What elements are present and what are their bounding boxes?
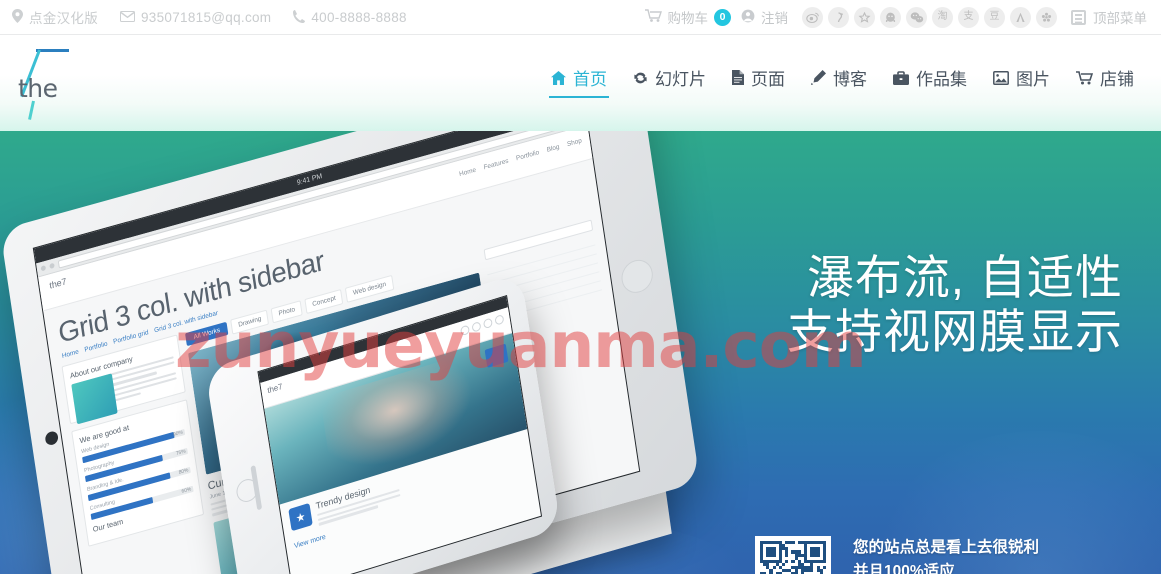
user-circle-icon <box>741 9 755 26</box>
email-item[interactable]: 935071815@qq.com <box>120 10 271 25</box>
top-menu-label: 顶部菜单 <box>1093 11 1147 26</box>
document-icon <box>732 70 744 85</box>
tablet-camera-icon <box>44 429 59 447</box>
nav-label-blog: 博客 <box>833 70 867 89</box>
site-logo[interactable]: the <box>14 45 94 120</box>
logo-text: the <box>18 74 58 103</box>
flower-icon[interactable] <box>1036 6 1057 28</box>
hero-subtext-line-1: 您的站点总是看上去很锐利 <box>853 539 1040 556</box>
refresh-icon <box>633 71 648 85</box>
browser-forward-icon <box>49 262 55 270</box>
nav-item-shop[interactable]: 店铺 <box>1063 61 1147 102</box>
tablet-nav-item[interactable]: Home <box>459 167 477 179</box>
location-text: 点金汉化版 <box>29 11 98 26</box>
skill-value: 80% <box>178 466 189 476</box>
page-root: 点金汉化版 935071815@qq.com 400-8888-8888 购物车… <box>0 0 1161 574</box>
nav-item-gallery[interactable]: 图片 <box>980 61 1063 102</box>
skill-value: 60% <box>181 485 192 495</box>
star-icon[interactable] <box>854 6 875 28</box>
cart-count-badge: 0 <box>714 8 731 26</box>
nav-label-gallery: 图片 <box>1016 70 1050 89</box>
phone-text: 400-8888-8888 <box>311 9 407 25</box>
taobao-icon[interactable]: 淘 <box>932 6 953 28</box>
tablet-site-logo: the7 <box>48 276 68 291</box>
shopping-cart-button[interactable]: 购物车 0 <box>644 7 731 27</box>
nav-label-shop: 店铺 <box>1100 70 1134 89</box>
renren-icon[interactable] <box>1010 6 1031 28</box>
skill-value: 75% <box>175 448 187 457</box>
main-navigation: 首页 幻灯片 页面 博客 作品集 图片 店铺 <box>538 61 1147 102</box>
cart-label: 购物车 <box>667 11 709 26</box>
list-menu-icon <box>1071 9 1086 25</box>
filter-tab[interactable]: Drawing <box>230 309 270 335</box>
tablet-nav-item[interactable]: Shop <box>567 137 583 148</box>
hero-headline-line-2: 支持视网膜显示 <box>787 304 1123 358</box>
wechat-icon[interactable] <box>906 6 927 28</box>
cart-icon <box>1076 70 1093 85</box>
qq-icon[interactable] <box>880 6 901 28</box>
nav-item-slider[interactable]: 幻灯片 <box>620 61 719 102</box>
browser-back-icon <box>40 265 47 272</box>
seven-logo-icon-tail <box>28 100 35 120</box>
star-feature-icon: ★ <box>288 502 313 532</box>
logout-button[interactable]: 注销 <box>741 7 788 27</box>
nav-item-home[interactable]: 首页 <box>538 61 620 102</box>
device-mockup-group: cus June 1, 2013 9:41 PM <box>0 131 750 574</box>
nav-label-portfolio: 作品集 <box>916 70 967 89</box>
logout-label: 注销 <box>761 11 788 26</box>
shopping-cart-icon <box>644 9 662 25</box>
qr-code-image <box>755 536 831 574</box>
hero-subtext: 您的站点总是看上去很锐利 并且100%适应 每个设备。 <box>853 536 1039 574</box>
hero-headline-block: 瀑布流, 自适性 支持视网膜显示 <box>723 251 1123 358</box>
pencil-icon <box>811 70 826 85</box>
weibo-icon[interactable] <box>802 6 823 28</box>
hero-banner: cus June 1, 2013 9:41 PM <box>0 131 1161 574</box>
envelope-icon <box>120 10 135 24</box>
nav-label-slider: 幻灯片 <box>655 70 706 89</box>
tablet-nav-item[interactable]: Portfolio <box>516 149 540 162</box>
home-icon <box>551 70 566 85</box>
alipay-icon[interactable]: 支 <box>958 6 979 28</box>
top-bar-contact-group: 点金汉化版 935071815@qq.com 400-8888-8888 <box>0 7 429 27</box>
about-thumbnail <box>71 373 118 425</box>
skills-card: We are good at Web design 90% Photograph… <box>71 399 205 547</box>
tablet-nav-item[interactable]: Blog <box>546 143 560 153</box>
site-header: the 首页 幻灯片 页面 博客 作品集 图片 店铺 <box>0 35 1161 131</box>
location-item: 点金汉化版 <box>12 7 98 27</box>
hero-subtext-block: 您的站点总是看上去很锐利 并且100%适应 每个设备。 <box>755 536 1039 574</box>
tablet-nav-item[interactable]: Features <box>483 158 509 172</box>
nav-item-pages[interactable]: 页面 <box>719 61 798 102</box>
top-bar: 点金汉化版 935071815@qq.com 400-8888-8888 购物车… <box>0 0 1161 35</box>
top-menu-button[interactable]: 顶部菜单 <box>1071 7 1151 27</box>
phone-icon <box>293 9 306 25</box>
email-text: 935071815@qq.com <box>141 9 272 25</box>
skill-value: 90% <box>172 429 184 438</box>
hero-subtext-line-2: 并且100%适应 <box>853 563 955 574</box>
seven-logo-icon-top <box>36 49 69 52</box>
top-bar-actions-group: 购物车 0 注销 淘 支 豆 顶部菜单 <box>644 6 1161 28</box>
qzone-icon[interactable] <box>828 6 849 28</box>
social-icons-row: 淘 支 豆 <box>802 6 1057 28</box>
hero-headline-line-1: 瀑布流, 自适性 <box>806 251 1123 304</box>
nav-label-pages: 页面 <box>751 70 785 89</box>
nav-item-portfolio[interactable]: 作品集 <box>880 61 980 102</box>
map-pin-icon <box>12 9 23 25</box>
phone-hero-button[interactable] <box>484 343 509 368</box>
phone-item: 400-8888-8888 <box>293 9 407 25</box>
briefcase-icon <box>893 70 909 85</box>
image-icon <box>993 70 1009 85</box>
phone-site-logo: the7 <box>266 381 284 396</box>
nav-label-home: 首页 <box>573 70 607 89</box>
nav-item-blog[interactable]: 博客 <box>798 61 880 102</box>
tablet-home-button <box>619 256 655 297</box>
filter-tab[interactable]: Photo <box>270 300 303 324</box>
douban-icon[interactable]: 豆 <box>984 6 1005 28</box>
filter-tab[interactable]: Concept <box>304 288 344 315</box>
